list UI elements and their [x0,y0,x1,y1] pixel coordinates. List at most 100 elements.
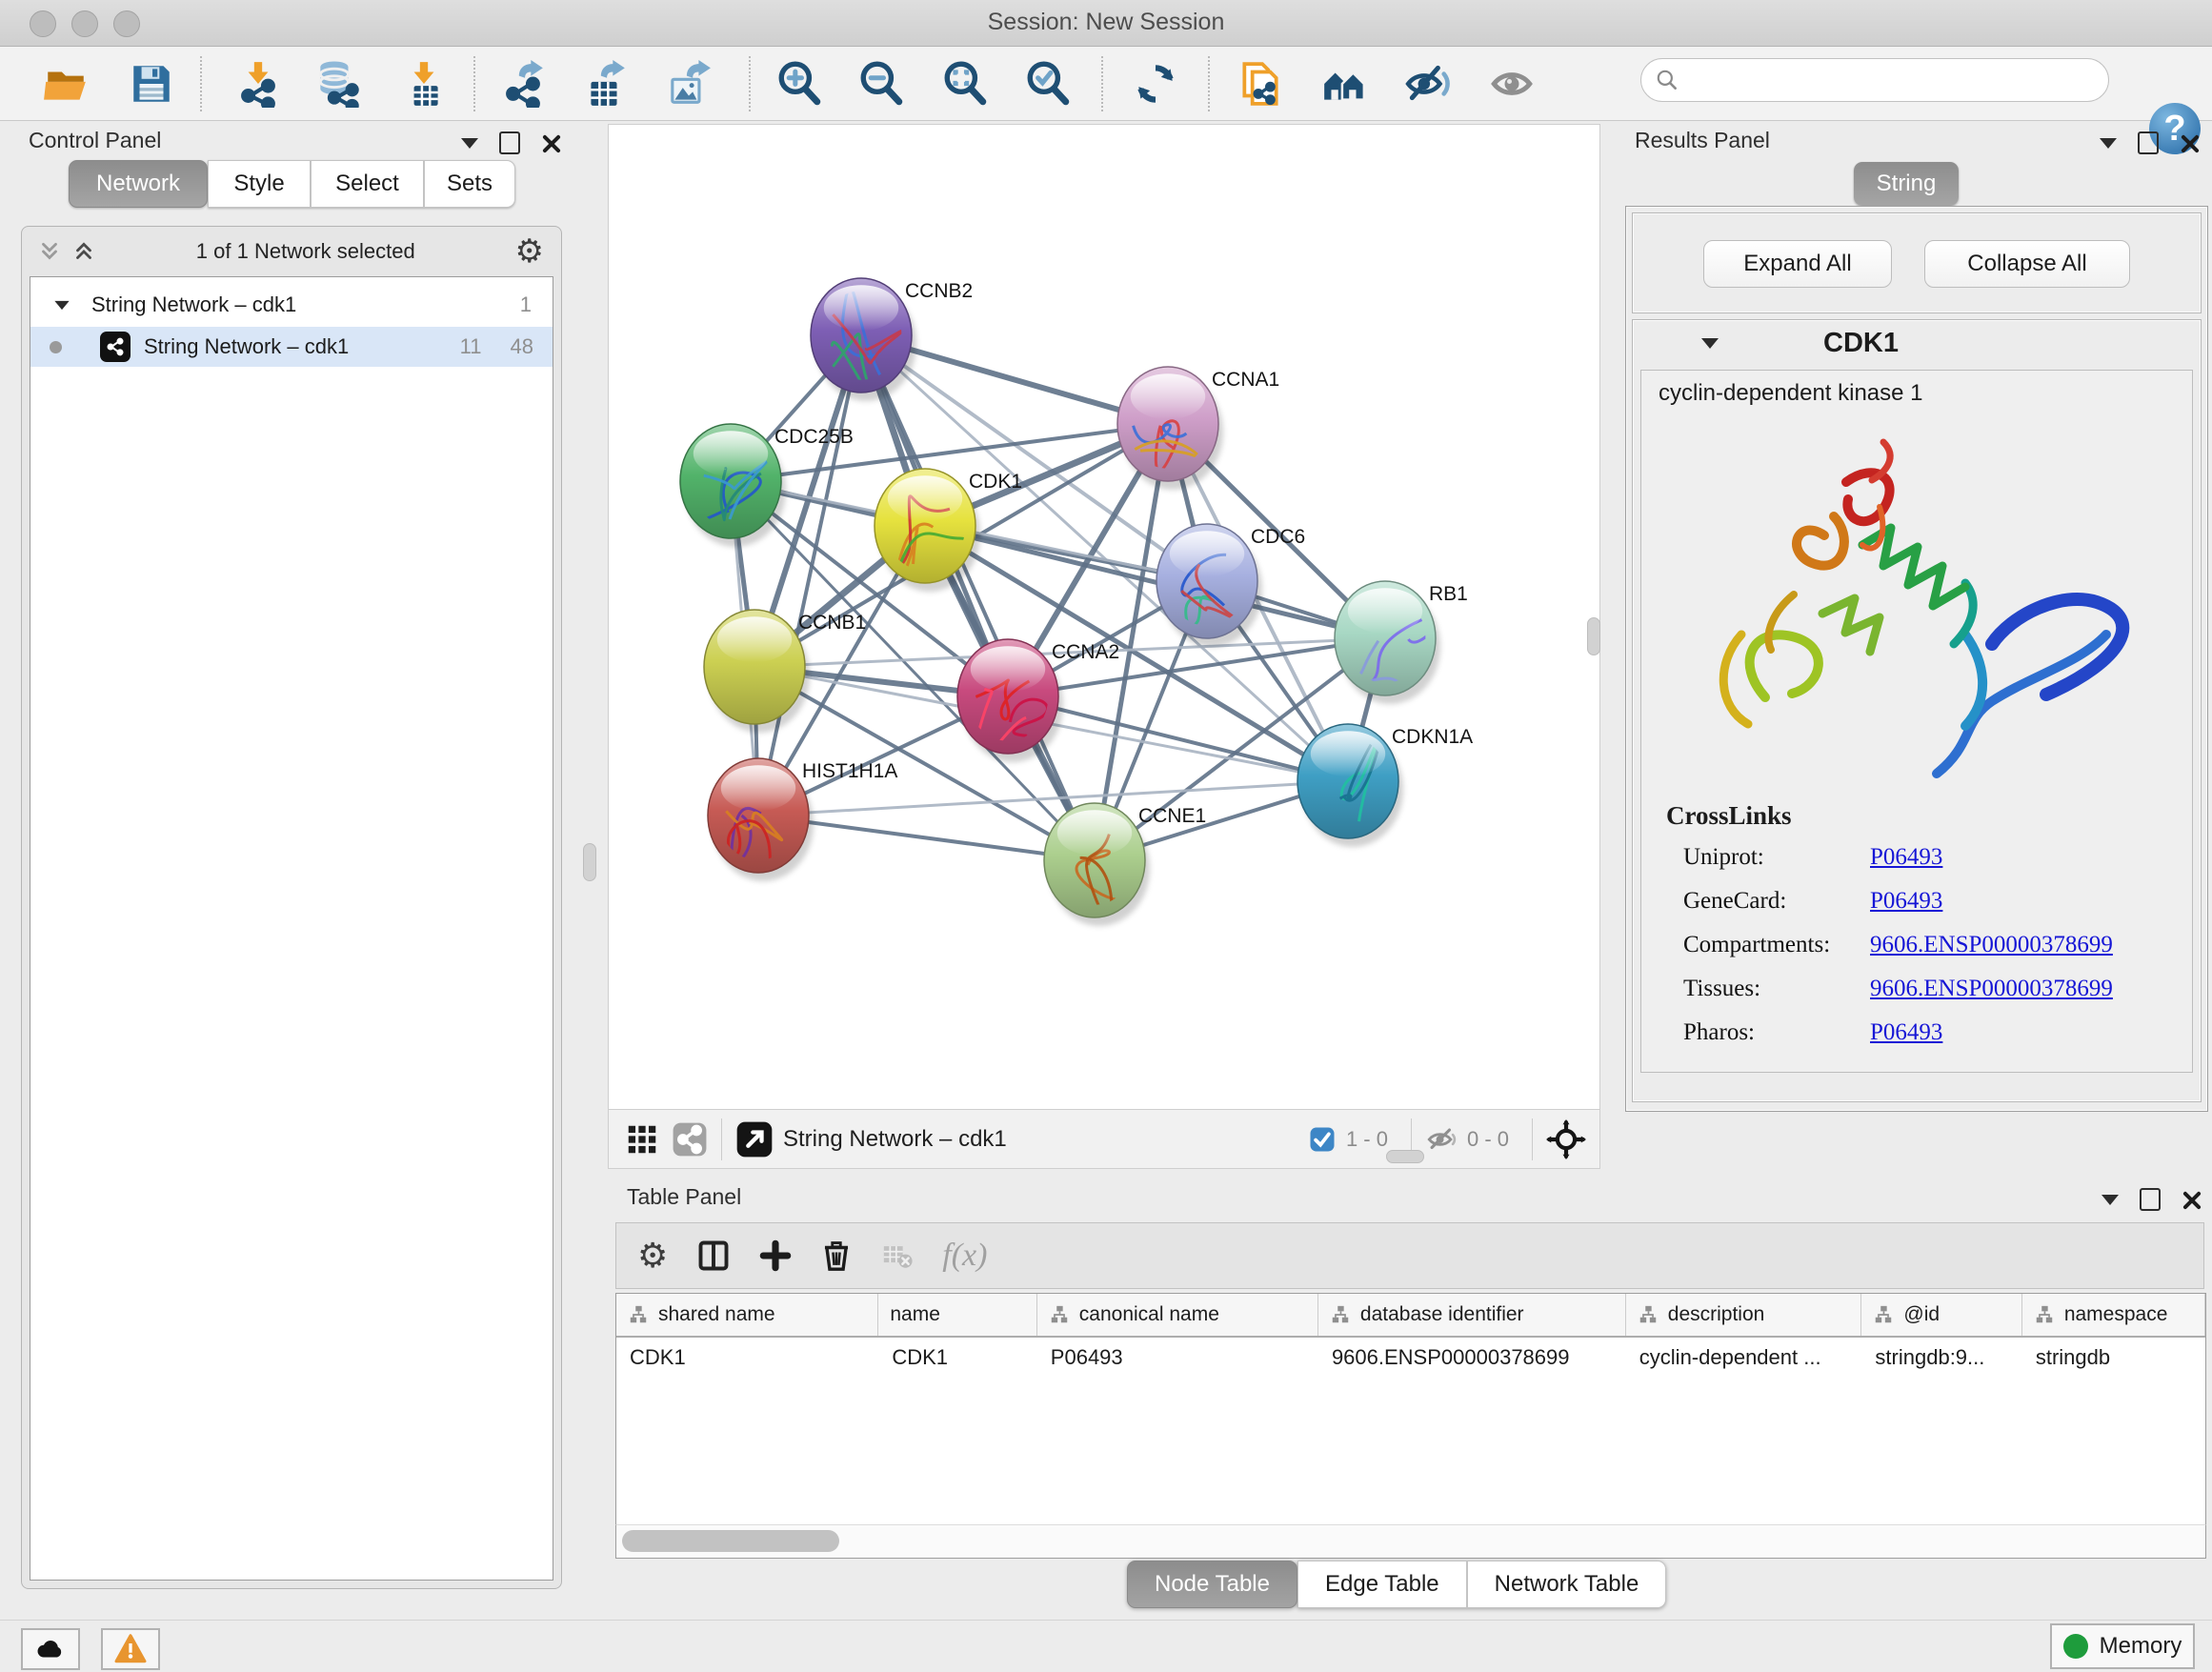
export-image-icon[interactable] [665,60,713,108]
table-options-gear-icon[interactable]: ⚙ [637,1237,668,1276]
collection-label: String Network – cdk1 [91,292,296,317]
crosslink-link[interactable]: P06493 [1870,888,1942,915]
tab-node-table[interactable]: Node Table [1127,1561,1297,1608]
tab-network[interactable]: Network [69,160,208,208]
close-panel-icon[interactable] [2180,133,2199,152]
tab-style[interactable]: Style [208,160,311,208]
show-columns-icon[interactable] [696,1239,731,1273]
network-collection-row[interactable]: String Network – cdk1 1 [30,285,553,325]
column-header-shared-name[interactable]: shared name [616,1294,878,1336]
table-cell[interactable]: stringdb [2022,1338,2205,1378]
crosslink-link[interactable]: P06493 [1870,844,1942,871]
collapse-all-button[interactable]: Collapse All [1924,240,2130,288]
zoom-selected-icon[interactable] [1024,60,1072,108]
collection-expander-icon[interactable] [54,300,69,309]
close-panel-icon[interactable] [2182,1190,2201,1209]
table-cell[interactable]: P06493 [1037,1338,1318,1378]
new-network-from-selection-icon[interactable] [1237,60,1284,108]
right-splitter-handle[interactable] [1587,617,1600,655]
show-all-icon[interactable] [1488,60,1536,108]
column-header-label: description [1668,1303,1765,1326]
selected-count: 1 - 0 [1346,1127,1388,1152]
table-cell[interactable]: stringdb:9... [1861,1338,2021,1378]
table-cell[interactable]: cyclin-dependent ... [1626,1338,1862,1378]
table-horizontal-scrollbar[interactable] [615,1524,2206,1559]
table-cell[interactable]: CDK1 [878,1338,1036,1378]
scrollbar-thumb[interactable] [622,1530,839,1552]
export-table-icon[interactable] [581,60,629,108]
birds-eye-crosshair-icon[interactable] [1546,1119,1586,1159]
import-network-icon[interactable] [234,60,282,108]
gene-section-header[interactable]: CDK1 [1633,320,2201,366]
save-session-icon[interactable] [128,60,175,108]
crosslink-link[interactable]: 9606.ENSP00000378699 [1870,976,2113,1002]
first-neighbors-icon[interactable] [1320,60,1368,108]
collapse-all-icon[interactable] [37,239,62,264]
selected-count-checkbox-icon[interactable] [1308,1125,1337,1154]
float-panel-icon[interactable] [2138,131,2159,154]
bottom-splitter-handle[interactable] [1386,1150,1424,1163]
float-panel-icon[interactable] [499,131,520,154]
network-node-CDKN1A[interactable]: CDKN1A [1297,724,1473,847]
column-header-database-identifier[interactable]: database identifier [1318,1294,1626,1336]
gene-details: cyclin-dependent kinase 1 [1640,370,2193,1073]
table-row[interactable]: CDK1CDK1P064939606.ENSP00000378699cyclin… [616,1338,2205,1378]
panel-menu-icon[interactable] [2100,138,2117,149]
import-table-icon[interactable] [400,60,448,108]
search-input[interactable] [1687,67,2108,93]
memory-button[interactable]: Memory [2050,1623,2195,1669]
network-row-selected[interactable]: String Network – cdk1 11 48 [30,327,553,367]
column-header-description[interactable]: description [1626,1294,1862,1336]
zoom-in-icon[interactable] [775,60,823,108]
tab-network-table[interactable]: Network Table [1467,1561,1667,1608]
network-edge-CCNB2-HIST1H1A[interactable] [758,335,861,816]
crosslink-row: Pharos:P06493 [1683,1019,2181,1046]
network-share-view-icon[interactable] [672,1121,708,1158]
network-options-gear-icon[interactable]: ⚙ [515,232,544,271]
column-header-name[interactable]: name [878,1294,1036,1336]
column-header--id[interactable]: @id [1861,1294,2021,1336]
hide-selected-icon[interactable] [1404,60,1452,108]
open-session-icon[interactable] [42,60,90,108]
memory-label: Memory [2100,1633,2182,1660]
column-header-canonical-name[interactable]: canonical name [1037,1294,1318,1336]
column-header-namespace[interactable]: namespace [2022,1294,2205,1336]
delete-column-icon[interactable] [820,1239,853,1272]
network-canvas[interactable]: CCNB2CCNA1CDC25BCDK1CDC6RB1CCNB1CCNA2CDK… [608,124,1600,1110]
import-database-icon[interactable] [312,60,360,108]
float-panel-icon[interactable] [2140,1188,2161,1211]
detach-view-icon[interactable] [735,1120,774,1158]
network-node-RB1[interactable]: RB1 [1335,581,1468,704]
export-network-icon[interactable] [499,60,547,108]
crosslink-link[interactable]: P06493 [1870,1019,1942,1046]
tab-string[interactable]: String [1854,162,1959,206]
network-node-CCNA2[interactable]: CCNA2 [957,639,1119,769]
warnings-button[interactable] [101,1628,160,1670]
zoom-fit-icon[interactable] [941,60,989,108]
grid-view-icon[interactable] [624,1121,660,1158]
expand-all-button[interactable]: Expand All [1703,240,1892,288]
section-expander-icon[interactable] [1701,338,1719,349]
create-column-icon[interactable] [759,1239,792,1272]
close-panel-icon[interactable] [541,133,560,152]
network-node-HIST1H1A[interactable]: HIST1H1A [708,758,897,881]
zoom-out-icon[interactable] [857,60,905,108]
expand-all-icon[interactable] [71,239,96,264]
panel-menu-icon[interactable] [2101,1195,2119,1205]
hidden-count-eye-icon[interactable] [1425,1123,1458,1156]
refresh-icon[interactable] [1132,60,1179,108]
network-node-CCNA1[interactable]: CCNA1 [1117,367,1279,490]
network-node-CCNB2[interactable]: CCNB2 [811,278,973,401]
tab-select[interactable]: Select [311,160,424,208]
network-node-CDC6[interactable]: CDC6 [1156,524,1305,647]
cloud-status-button[interactable] [21,1628,80,1670]
table-cell[interactable]: CDK1 [616,1338,878,1378]
panel-menu-icon[interactable] [461,138,478,149]
tab-sets[interactable]: Sets [424,160,515,208]
tab-edge-table[interactable]: Edge Table [1297,1561,1467,1608]
node-label: CCNA2 [1052,641,1119,663]
crosslink-link[interactable]: 9606.ENSP00000378699 [1870,932,2113,958]
table-cell[interactable]: 9606.ENSP00000378699 [1318,1338,1626,1378]
left-splitter-handle[interactable] [583,843,596,881]
network-node-CCNE1[interactable]: CCNE1 [1044,803,1206,926]
